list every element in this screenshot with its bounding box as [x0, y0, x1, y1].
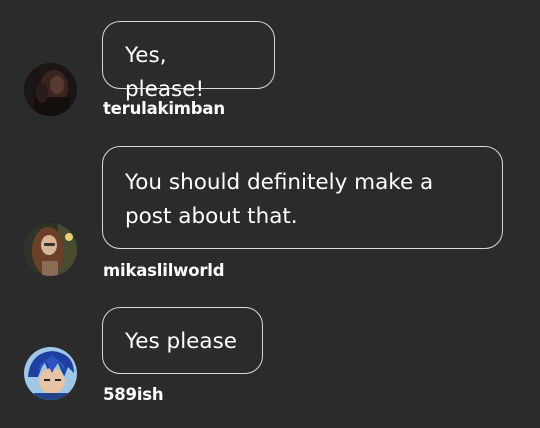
woman-long-hair-avatar-icon: [24, 223, 77, 276]
reply-message: Yes please: [125, 329, 237, 354]
reply-username[interactable]: 589ish: [103, 385, 164, 404]
dark-portrait-avatar-icon: [24, 63, 77, 116]
reply-bubble[interactable]: Yes please: [102, 307, 263, 374]
reply-username[interactable]: terulakimban: [103, 99, 225, 118]
avatar[interactable]: [24, 347, 77, 400]
reply-bubble[interactable]: Yes, please!: [102, 21, 275, 102]
avatar[interactable]: [24, 223, 77, 276]
reply-username[interactable]: mikaslilworld: [103, 261, 225, 280]
blue-hair-anime-avatar-icon: [24, 347, 77, 400]
reply-bubble[interactable]: You should definitely make a post about …: [102, 146, 503, 249]
reply-message: Yes, please!: [125, 43, 205, 102]
avatar[interactable]: [24, 63, 77, 116]
reply-message: You should definitely make a post about …: [125, 170, 434, 229]
